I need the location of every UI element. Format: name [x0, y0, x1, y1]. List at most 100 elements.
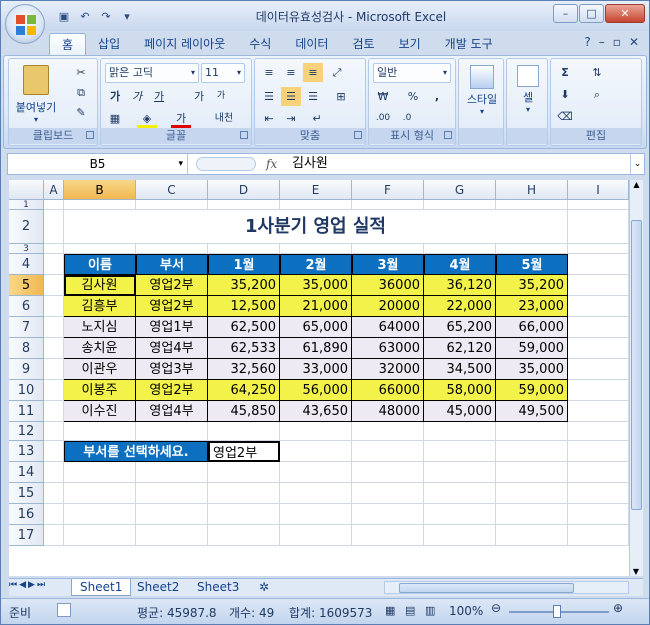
cell-B15[interactable] — [64, 483, 136, 504]
data-cell-r6-c3[interactable]: 43,650 — [280, 401, 352, 422]
data-cell-r1-c4[interactable]: 20000 — [352, 296, 424, 317]
cell-A6[interactable] — [44, 296, 64, 317]
cell-I11[interactable] — [568, 401, 629, 422]
cell-B1[interactable] — [64, 200, 136, 210]
tab-4[interactable]: 데이터 — [283, 33, 340, 55]
cell-G1[interactable] — [424, 200, 496, 210]
column-header-H[interactable]: H — [496, 180, 568, 200]
cell-A1[interactable] — [44, 200, 64, 210]
cell-I14[interactable] — [568, 462, 629, 483]
cells-button[interactable]: 셀 ▾ — [509, 63, 547, 123]
data-cell-r1-c3[interactable]: 21,000 — [280, 296, 352, 317]
normal-view-icon[interactable]: ▦ — [385, 604, 395, 617]
data-cell-r0-c4[interactable]: 36000 — [352, 275, 424, 296]
maximize-button[interactable]: □ — [579, 4, 604, 23]
zoom-slider-thumb[interactable] — [553, 605, 561, 618]
ribbon-minimize-icon[interactable]: – — [599, 35, 605, 49]
cell-C1[interactable] — [136, 200, 208, 210]
column-header-C[interactable]: C — [136, 180, 208, 200]
align-middle-icon[interactable]: ≡ — [281, 63, 301, 82]
cell-I3[interactable] — [568, 244, 629, 254]
cell-E1[interactable] — [280, 200, 352, 210]
align-left-icon[interactable]: ☰ — [259, 87, 279, 106]
cell-B14[interactable] — [64, 462, 136, 483]
data-cell-r6-c4[interactable]: 48000 — [352, 401, 424, 422]
data-cell-r4-c3[interactable]: 33,000 — [280, 359, 352, 380]
zoom-out-icon[interactable]: ⊖ — [491, 601, 501, 615]
cell-F17[interactable] — [352, 525, 424, 546]
sheet-tab-1[interactable]: Sheet1 — [71, 579, 132, 596]
cell-I7[interactable] — [568, 317, 629, 338]
cell-H13[interactable] — [496, 441, 568, 462]
copy-icon[interactable]: ⧉ — [71, 83, 91, 102]
cell-E13[interactable] — [280, 441, 352, 462]
text-orientation-icon[interactable]: ⤢ — [327, 63, 347, 82]
cell-I1[interactable] — [568, 200, 629, 210]
help-icon[interactable]: ? — [584, 35, 590, 49]
vertical-scroll-thumb[interactable] — [631, 220, 642, 510]
cell-G3[interactable] — [424, 244, 496, 254]
redo-icon[interactable]: ↷ — [97, 8, 115, 25]
cell-I10[interactable] — [568, 380, 629, 401]
sheet-tab-3[interactable]: Sheet3 — [189, 579, 247, 596]
expand-formula-bar-icon[interactable]: ⌄ — [630, 154, 644, 174]
data-cell-r1-c1[interactable]: 영업2부 — [136, 296, 208, 317]
row-header-6[interactable]: 6 — [9, 296, 44, 317]
cell-F12[interactable] — [352, 422, 424, 441]
cell-A7[interactable] — [44, 317, 64, 338]
horizontal-scroll-thumb[interactable] — [399, 583, 574, 593]
cell-C12[interactable] — [136, 422, 208, 441]
cell-F3[interactable] — [352, 244, 424, 254]
fill-color-icon[interactable]: ◈ — [137, 109, 157, 128]
first-sheet-icon[interactable]: ⏮ — [9, 580, 17, 590]
cell-H16[interactable] — [496, 504, 568, 525]
cell-A5[interactable] — [44, 275, 64, 296]
cell-B16[interactable] — [64, 504, 136, 525]
cell-A13[interactable] — [44, 441, 64, 462]
table-header-2[interactable]: 1월 — [208, 254, 280, 275]
data-cell-r1-c5[interactable]: 22,000 — [424, 296, 496, 317]
wrap-text-icon[interactable]: ↵ — [307, 109, 327, 128]
last-sheet-icon[interactable]: ⏭ — [37, 580, 45, 590]
row-header-14[interactable]: 14 — [9, 462, 44, 483]
data-cell-r2-c4[interactable]: 64000 — [352, 317, 424, 338]
cell-E17[interactable] — [280, 525, 352, 546]
vertical-scrollbar[interactable]: ▲ ▼ — [629, 180, 643, 576]
data-cell-r5-c1[interactable]: 영업2부 — [136, 380, 208, 401]
tab-7[interactable]: 개발 도구 — [433, 33, 505, 55]
close-button[interactable]: ✕ — [605, 4, 645, 23]
cell-A16[interactable] — [44, 504, 64, 525]
cell-D1[interactable] — [208, 200, 280, 210]
data-cell-r3-c5[interactable]: 62,120 — [424, 338, 496, 359]
paste-button[interactable]: 붙여넣기 ▾ — [15, 63, 57, 124]
data-cell-r6-c0[interactable]: 이수진 — [64, 401, 136, 422]
cell-F1[interactable] — [352, 200, 424, 210]
format-painter-icon[interactable]: ✎ — [71, 103, 91, 122]
undo-icon[interactable]: ↶ — [76, 8, 94, 25]
cell-F15[interactable] — [352, 483, 424, 504]
underline-button[interactable]: 가 — [149, 87, 169, 106]
cell-H17[interactable] — [496, 525, 568, 546]
cell-A11[interactable] — [44, 401, 64, 422]
data-cell-r4-c4[interactable]: 32000 — [352, 359, 424, 380]
grow-font-button[interactable]: 가 — [189, 87, 209, 106]
cell-A4[interactable] — [44, 254, 64, 275]
cell-I15[interactable] — [568, 483, 629, 504]
horizontal-scrollbar[interactable] — [384, 581, 629, 594]
table-header-6[interactable]: 5월 — [496, 254, 568, 275]
cell-A8[interactable] — [44, 338, 64, 359]
cell-A14[interactable] — [44, 462, 64, 483]
tab-0[interactable]: 홈 — [49, 33, 87, 55]
macro-record-icon[interactable] — [57, 603, 71, 617]
data-cell-r2-c2[interactable]: 62,500 — [208, 317, 280, 338]
cell-I17[interactable] — [568, 525, 629, 546]
data-cell-r0-c1[interactable]: 영업2부 — [136, 275, 208, 296]
data-cell-r3-c0[interactable]: 송치윤 — [64, 338, 136, 359]
cell-E16[interactable] — [280, 504, 352, 525]
data-cell-r5-c2[interactable]: 64,250 — [208, 380, 280, 401]
row-header-7[interactable]: 7 — [9, 317, 44, 338]
row-header-12[interactable]: 12 — [9, 422, 44, 441]
data-cell-r5-c4[interactable]: 66000 — [352, 380, 424, 401]
cell-A15[interactable] — [44, 483, 64, 504]
data-cell-r0-c5[interactable]: 36,120 — [424, 275, 496, 296]
